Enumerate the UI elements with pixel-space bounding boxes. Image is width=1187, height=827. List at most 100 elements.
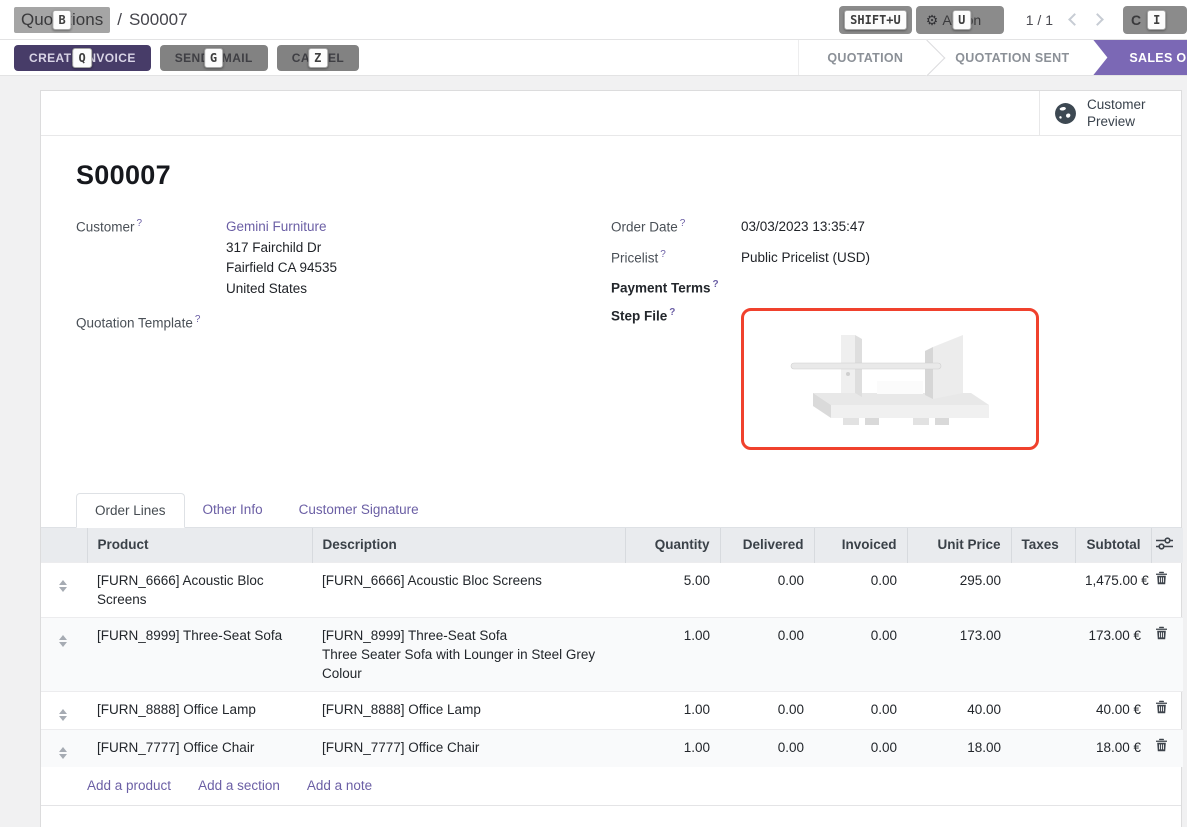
invoiced-cell[interactable]: 0.00	[814, 562, 907, 617]
description-cell[interactable]: [FURN_8888] Office Lamp	[312, 691, 625, 729]
table-header-row: ProductDescriptionQuantityDeliveredInvoi…	[41, 528, 1183, 563]
add-a-note-link[interactable]: Add a note	[307, 778, 372, 793]
step-file-3d-preview	[785, 321, 995, 436]
field-step-file: Step File?	[611, 306, 1146, 450]
customer-preview-button[interactable]: Customer Preview	[1039, 91, 1181, 135]
delivered-cell[interactable]: 0.00	[720, 691, 814, 729]
column-header-delivered[interactable]: Delivered	[720, 528, 814, 563]
column-header-quantity[interactable]: Quantity	[625, 528, 720, 563]
trash-icon	[1155, 738, 1168, 752]
row-handle-cell	[41, 562, 87, 617]
row-handle-cell	[41, 617, 87, 691]
drag-handle-icon[interactable]	[59, 744, 67, 759]
delivered-cell[interactable]: 0.00	[720, 729, 814, 767]
tab-order-lines[interactable]: Order Lines	[76, 493, 185, 528]
product-cell[interactable]: [FURN_6666] Acoustic Bloc Screens	[87, 562, 312, 617]
trash-icon	[1155, 700, 1168, 714]
keyboard-hint-overlay: SHIFT+U	[844, 10, 907, 30]
quantity-cell[interactable]: 5.00	[625, 562, 720, 617]
tab-customer-signature[interactable]: Customer Signature	[281, 493, 437, 528]
quantity-cell[interactable]: 1.00	[625, 691, 720, 729]
unit-price-cell[interactable]: 40.00	[907, 691, 1011, 729]
add-a-section-link[interactable]: Add a section	[198, 778, 280, 793]
delete-line-button[interactable]	[1155, 738, 1168, 752]
customer-address-line: United States	[226, 279, 337, 300]
action-bar: CREATE INVOICEQ SEND EMAILG CANCELZ QUOTAT…	[0, 40, 1187, 76]
send-email-button[interactable]: SEND EMAILG	[160, 45, 268, 71]
invoiced-cell[interactable]: 0.00	[814, 691, 907, 729]
action-menu-button[interactable]: ⚙ Action U	[916, 6, 1004, 34]
customer-link[interactable]: Gemini Furniture	[226, 219, 327, 234]
delivered-cell[interactable]: 0.00	[720, 617, 814, 691]
delete-line-cell	[1151, 729, 1183, 767]
step-file-preview-frame[interactable]	[741, 308, 1039, 450]
customer-address-line: 317 Fairchild Dr	[226, 238, 337, 259]
shortcut-hinted-button[interactable]: SHIFT+U	[839, 6, 912, 34]
column-header-unit-price[interactable]: Unit Price	[907, 528, 1011, 563]
pricelist-label: Pricelist?	[611, 248, 741, 269]
order-date-label: Order Date?	[611, 217, 741, 238]
order-line-row[interactable]: [FURN_6666] Acoustic Bloc Screens [FURN_6…	[41, 562, 1183, 617]
trash-icon	[1155, 571, 1168, 585]
add-a-product-link[interactable]: Add a product	[87, 778, 171, 793]
description-line: [FURN_6666] Acoustic Bloc Screens	[322, 571, 615, 590]
create-invoice-button[interactable]: CREATE INVOICEQ	[14, 45, 151, 71]
order-line-row[interactable]: [FURN_8999] Three-Seat Sofa[FURN_8999] T…	[41, 617, 1183, 691]
optional-columns-button[interactable]	[1156, 537, 1173, 550]
keyboard-hint-overlay: U	[952, 10, 971, 30]
column-header-invoiced[interactable]: Invoiced	[814, 528, 907, 563]
delete-line-button[interactable]	[1155, 700, 1168, 714]
invoiced-cell[interactable]: 0.00	[814, 617, 907, 691]
status-step-quotation-sent[interactable]: QUOTATION SENT	[927, 40, 1093, 75]
tab-other-info[interactable]: Other Info	[185, 493, 281, 528]
quantity-cell[interactable]: 1.00	[625, 617, 720, 691]
unit-price-cell[interactable]: 173.00	[907, 617, 1011, 691]
top-navbar: Quotations B / S00007 SHIFT+U ⚙ Action U…	[0, 0, 1187, 40]
corner-hinted-button[interactable]: C I	[1123, 6, 1187, 34]
taxes-cell[interactable]	[1011, 729, 1075, 767]
product-cell[interactable]: [FURN_8999] Three-Seat Sofa	[87, 617, 312, 691]
invoiced-cell[interactable]: 0.00	[814, 729, 907, 767]
delete-line-button[interactable]	[1155, 626, 1168, 640]
description-line: [FURN_8888] Office Lamp	[322, 700, 615, 719]
description-cell[interactable]: [FURN_7777] Office Chair	[312, 729, 625, 767]
description-cell[interactable]: [FURN_6666] Acoustic Bloc Screens	[312, 562, 625, 617]
product-cell[interactable]: [FURN_8888] Office Lamp	[87, 691, 312, 729]
description-cell[interactable]: [FURN_8999] Three-Seat SofaThree Seater …	[312, 617, 625, 691]
subtotal-cell: 1,475.00 €	[1075, 562, 1151, 617]
breadcrumb-parent-link[interactable]: Quotations B	[14, 7, 110, 33]
unit-price-cell[interactable]: 295.00	[907, 562, 1011, 617]
field-pricelist: Pricelist? Public Pricelist (USD)	[611, 248, 1146, 269]
taxes-cell[interactable]	[1011, 617, 1075, 691]
record-title: S00007	[76, 160, 1146, 191]
cancel-button[interactable]: CANCELZ	[277, 45, 359, 71]
order-line-row[interactable]: [FURN_8888] Office Lamp [FURN_8888] Offic…	[41, 691, 1183, 729]
delete-line-button[interactable]	[1155, 571, 1168, 585]
quantity-cell[interactable]: 1.00	[625, 729, 720, 767]
pager-previous-icon[interactable]	[1068, 13, 1081, 26]
delete-line-cell	[1151, 562, 1183, 617]
column-header-taxes[interactable]: Taxes	[1011, 528, 1075, 563]
taxes-cell[interactable]	[1011, 691, 1075, 729]
pager-next-icon[interactable]	[1091, 13, 1104, 26]
order-date-value[interactable]: 03/03/2023 13:35:47	[741, 217, 865, 238]
field-quotation-template[interactable]: Quotation Template?	[76, 313, 611, 331]
unit-price-cell[interactable]: 18.00	[907, 729, 1011, 767]
subtotal-cell: 18.00 €	[1075, 729, 1151, 767]
status-step-quotation[interactable]: QUOTATION	[799, 40, 927, 75]
product-cell[interactable]: [FURN_7777] Office Chair	[87, 729, 312, 767]
order-line-row[interactable]: [FURN_7777] Office Chair[FURN_7777] Offi…	[41, 729, 1183, 767]
sheet-footer: Terms and conditions... Total: 1,706.00 …	[41, 806, 1181, 827]
keyboard-hint-overlay: Q	[73, 48, 93, 68]
column-header-product[interactable]: Product	[87, 528, 312, 563]
delivered-cell[interactable]: 0.00	[720, 562, 814, 617]
drag-handle-icon[interactable]	[59, 706, 67, 721]
column-header-description[interactable]: Description	[312, 528, 625, 563]
line-add-links: Add a product Add a section Add a note	[41, 767, 1181, 806]
pricelist-value[interactable]: Public Pricelist (USD)	[741, 248, 870, 269]
drag-handle-icon[interactable]	[59, 632, 67, 647]
column-header-subtotal[interactable]: Subtotal	[1075, 528, 1151, 563]
taxes-cell[interactable]	[1011, 562, 1075, 617]
drag-handle-icon[interactable]	[59, 577, 67, 592]
status-step-sales-order[interactable]: SALES ORDER	[1093, 40, 1187, 75]
